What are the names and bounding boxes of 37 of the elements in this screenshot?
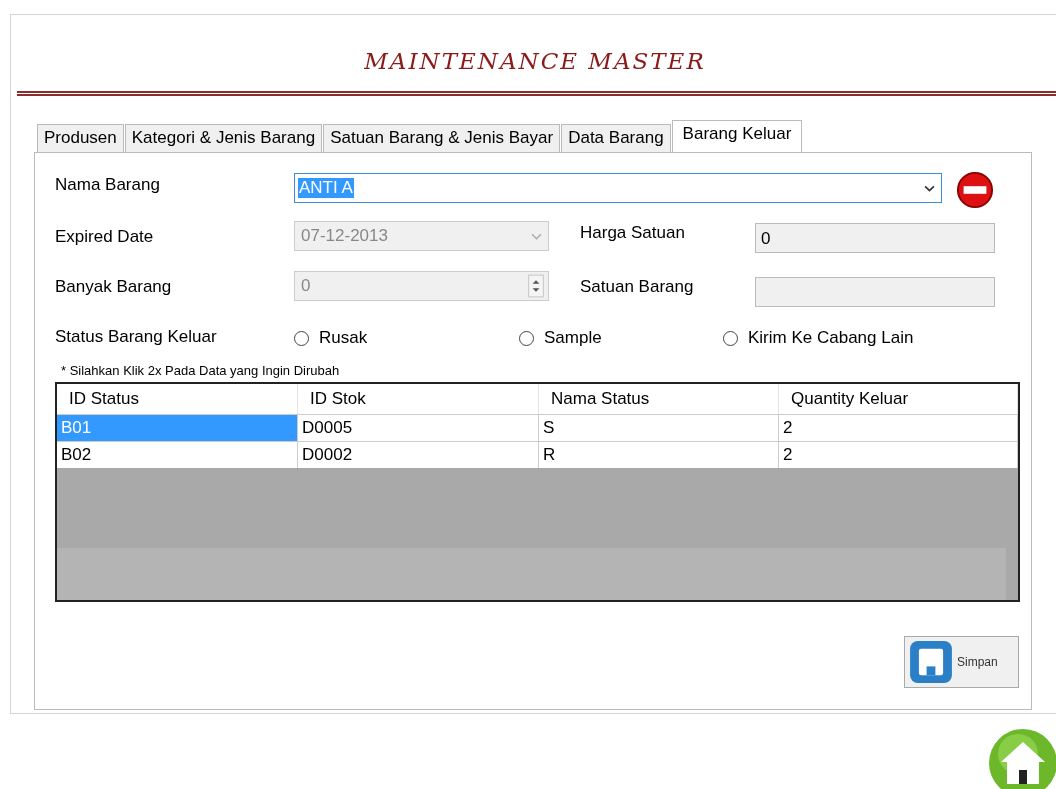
- field-label: Nama Barang: [55, 175, 160, 195]
- field-label: Banyak Barang: [55, 277, 172, 297]
- tab[interactable]: Barang Keluar: [671, 120, 803, 152]
- column-header[interactable]: Quantity Keluar: [779, 384, 1018, 414]
- save-button[interactable]: Simpan: [904, 636, 1019, 688]
- field-label: Satuan Barang: [580, 277, 694, 297]
- tab[interactable]: Satuan Barang & Jenis Bayar: [323, 124, 561, 152]
- tab[interactable]: Kategori & Jenis Barang: [124, 124, 323, 152]
- chevron-icon: [924, 184, 935, 192]
- table-cell[interactable]: 2: [779, 415, 1018, 442]
- tab[interactable]: Produsen: [37, 124, 124, 152]
- radio-option[interactable]: Rusak: [294, 328, 368, 348]
- radio-button[interactable]: [723, 330, 738, 346]
- table-cell[interactable]: S: [539, 415, 779, 442]
- radio-button[interactable]: [519, 330, 534, 346]
- hint-text: * Silahkan Klik 2x Pada Data yang Ingin Dirubah: [61, 363, 341, 378]
- horizontal-scrollbar[interactable]: [57, 548, 1018, 600]
- radio-option[interactable]: Sample: [519, 328, 602, 348]
- radio-label: Sample: [544, 328, 602, 348]
- field-label: Harga Satuan: [580, 223, 685, 243]
- selected-text: ANTI A: [298, 178, 354, 198]
- price-field[interactable]: 0: [755, 223, 995, 253]
- tab[interactable]: Data Barang: [561, 124, 671, 152]
- radio-button[interactable]: [294, 330, 309, 346]
- radio-label: Rusak: [319, 328, 368, 348]
- home-icon[interactable]: [988, 728, 1056, 789]
- column-header[interactable]: ID Stok: [298, 384, 539, 414]
- column-header[interactable]: Nama Status: [539, 384, 779, 414]
- chevron-icon: [531, 232, 542, 240]
- field-label: Expired Date: [55, 227, 154, 247]
- unit-field[interactable]: [755, 277, 995, 307]
- column-header[interactable]: ID Status: [57, 384, 298, 414]
- table-cell[interactable]: D0005: [298, 415, 539, 442]
- delete-icon[interactable]: [955, 171, 995, 209]
- spinner-arrows-icon: [528, 274, 544, 298]
- page-title: MAINTENANCE MASTER: [363, 48, 707, 74]
- field-label: Status Barang Keluar: [55, 327, 217, 347]
